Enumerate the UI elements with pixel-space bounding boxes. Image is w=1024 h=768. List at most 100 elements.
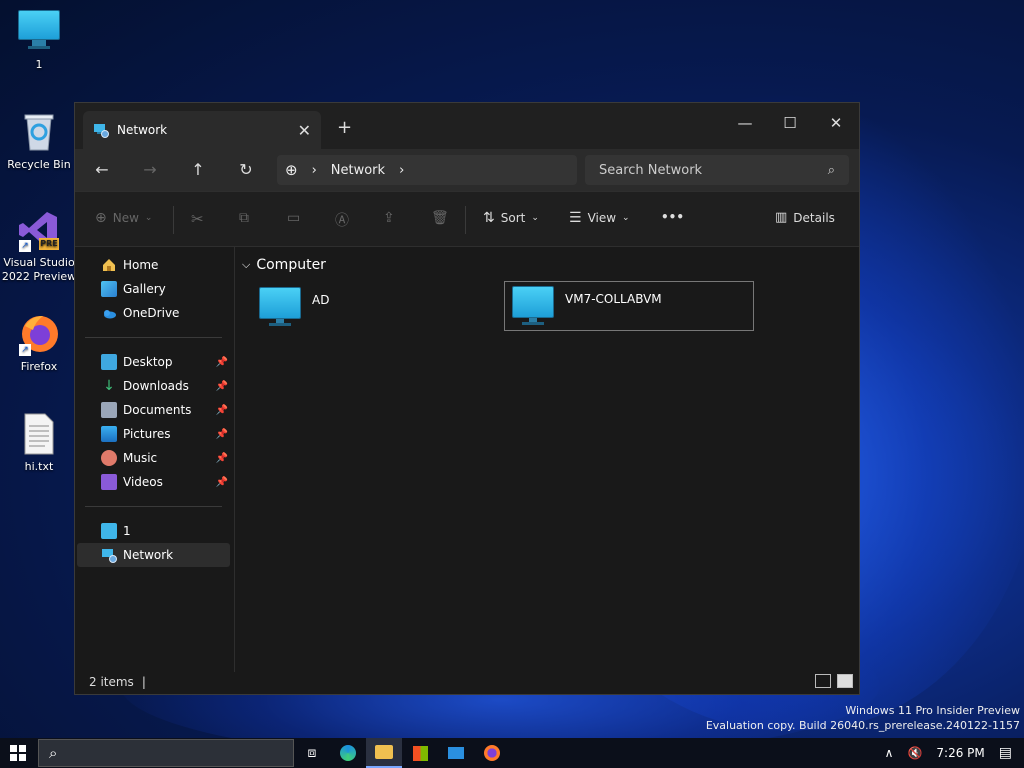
desktop-icon-recycle-bin[interactable]: Recycle Bin bbox=[0, 110, 78, 171]
desktop-icon-computer[interactable]: 1 bbox=[0, 10, 78, 71]
sidebar-item-gallery[interactable]: Gallery bbox=[75, 277, 234, 301]
copy-icon: ⧉ bbox=[239, 210, 249, 226]
sidebar-item-onedrive[interactable]: OneDrive bbox=[75, 301, 234, 325]
network-icon bbox=[101, 547, 117, 563]
watermark-line: Windows 11 Pro Insider Preview bbox=[845, 704, 1020, 717]
chevron-right-icon[interactable]: › bbox=[399, 163, 404, 178]
pre-badge: PRE bbox=[40, 239, 58, 248]
taskbar-firefox[interactable] bbox=[474, 738, 510, 768]
plus-circle-icon: ⊕ bbox=[95, 210, 107, 226]
sidebar-item-desktop[interactable]: Desktop 📌 bbox=[75, 350, 234, 374]
sidebar-item-label: Pictures bbox=[123, 427, 171, 441]
sidebar-item-this-pc[interactable]: 1 bbox=[75, 519, 234, 543]
picture-icon bbox=[101, 426, 117, 442]
maximize-button[interactable]: ☐ bbox=[770, 109, 810, 137]
back-button[interactable]: ← bbox=[87, 158, 117, 182]
music-icon bbox=[101, 450, 117, 466]
pin-icon[interactable]: 📌 bbox=[216, 405, 228, 416]
sidebar-item-downloads[interactable]: ↓ Downloads 📌 bbox=[75, 374, 234, 398]
chevron-down-icon: ⌄ bbox=[622, 213, 630, 223]
pin-icon[interactable]: 📌 bbox=[216, 429, 228, 440]
details-pane-icon: ▥ bbox=[775, 210, 788, 225]
system-tray: ∧ 🔇 7:26 PM ▤ bbox=[885, 738, 1024, 768]
ellipsis-icon: ••• bbox=[661, 210, 685, 224]
windows-logo-icon bbox=[10, 745, 26, 761]
details-button[interactable]: ▥ Details bbox=[775, 210, 835, 225]
desktop-icon-hi-txt[interactable]: hi.txt bbox=[0, 412, 78, 473]
group-header-computer[interactable]: ⌵ Computer bbox=[242, 257, 326, 273]
minimize-button[interactable]: — bbox=[725, 109, 765, 137]
refresh-button[interactable]: ↻ bbox=[231, 158, 261, 182]
document-icon bbox=[101, 402, 117, 418]
sidebar-item-music[interactable]: Music 📌 bbox=[75, 446, 234, 470]
chevron-up-icon[interactable]: ∧ bbox=[885, 746, 894, 760]
desktop-icon-label: hi.txt bbox=[24, 460, 54, 473]
volume-muted-icon[interactable]: 🔇 bbox=[907, 746, 922, 760]
start-button[interactable] bbox=[0, 738, 36, 768]
tab-network[interactable]: Network ✕ bbox=[83, 111, 321, 149]
list-item[interactable]: AD bbox=[252, 283, 492, 333]
item-name: VM7-COLLABVM bbox=[565, 292, 662, 306]
mail-icon bbox=[448, 747, 464, 759]
forward-button[interactable]: → bbox=[135, 158, 165, 182]
view-label: View bbox=[587, 211, 617, 225]
cut-button[interactable]: ✂ bbox=[191, 210, 204, 228]
computer-icon bbox=[511, 286, 555, 325]
close-window-button[interactable]: ✕ bbox=[816, 109, 856, 137]
desktop-icon-firefox[interactable]: ↗ Firefox bbox=[0, 312, 78, 373]
delete-button[interactable]: 🗑 bbox=[431, 210, 449, 226]
close-tab-icon[interactable]: ✕ bbox=[298, 121, 311, 140]
up-button[interactable]: ↑ bbox=[183, 158, 213, 182]
watermark-line: Evaluation copy. Build 26040.rs_prerelea… bbox=[705, 719, 1020, 732]
details-view-icon[interactable] bbox=[815, 674, 831, 688]
recycle-bin-icon bbox=[17, 110, 61, 154]
new-tab-button[interactable]: + bbox=[337, 117, 352, 138]
address-segment[interactable]: Network bbox=[331, 163, 385, 178]
sidebar-item-network[interactable]: Network bbox=[77, 543, 230, 567]
desktop-folder-icon bbox=[101, 354, 117, 370]
pin-icon[interactable]: 📌 bbox=[216, 357, 228, 368]
desktop-icon-visual-studio[interactable]: PRE ↗ Visual Studio 2022 Preview bbox=[0, 208, 78, 284]
address-bar[interactable]: ⊕ › Network › bbox=[277, 155, 577, 185]
view-button[interactable]: ☰ View ⌄ bbox=[569, 210, 630, 226]
taskbar-file-explorer[interactable] bbox=[366, 738, 402, 768]
new-button[interactable]: ⊕ New ⌄ bbox=[95, 210, 152, 226]
more-options-button[interactable]: ••• bbox=[661, 210, 684, 224]
sort-button[interactable]: ⇅ Sort ⌄ bbox=[483, 210, 539, 226]
share-button[interactable]: ⇪ bbox=[383, 210, 395, 226]
task-view-button[interactable]: ⧈ bbox=[294, 738, 330, 768]
command-bar: ⊕ New ⌄ ✂ ⧉ ▭ Ⓐ ⇪ 🗑 ⇅ Sort ⌄ ☰ View ⌄ ••… bbox=[75, 191, 859, 247]
notifications-icon[interactable]: ▤ bbox=[999, 745, 1012, 761]
copy-button[interactable]: ⧉ bbox=[239, 210, 249, 226]
rename-button[interactable]: Ⓐ bbox=[335, 210, 349, 230]
computer-icon bbox=[258, 287, 302, 326]
taskbar-search-box[interactable]: ⌕ bbox=[38, 739, 294, 767]
firefox-icon bbox=[484, 745, 500, 761]
search-icon: ⌕ bbox=[827, 162, 835, 178]
text-cursor: | bbox=[141, 675, 146, 689]
globe-icon: ⊕ bbox=[285, 161, 298, 179]
taskbar-store[interactable] bbox=[402, 738, 438, 768]
tiles-view-icon[interactable] bbox=[837, 674, 853, 688]
taskbar-edge[interactable] bbox=[330, 738, 366, 768]
sidebar-item-documents[interactable]: Documents 📌 bbox=[75, 398, 234, 422]
sidebar-item-home[interactable]: Home bbox=[75, 253, 234, 277]
download-icon: ↓ bbox=[103, 378, 115, 394]
file-explorer-window: Network ✕ + — ☐ ✕ ← → ↑ ↻ ⊕ › Network › … bbox=[74, 102, 860, 695]
scissors-icon: ✂ bbox=[191, 210, 204, 228]
view-list-icon: ☰ bbox=[569, 210, 582, 226]
rename-icon: Ⓐ bbox=[335, 213, 349, 229]
list-item[interactable]: VM7-COLLABVM bbox=[504, 281, 754, 331]
pin-icon[interactable]: 📌 bbox=[216, 381, 228, 392]
taskbar-mail[interactable] bbox=[438, 738, 474, 768]
group-header-label: Computer bbox=[256, 257, 326, 273]
visual-studio-icon: PRE ↗ bbox=[17, 208, 61, 252]
sidebar-item-videos[interactable]: Videos 📌 bbox=[75, 470, 234, 494]
pin-icon[interactable]: 📌 bbox=[216, 477, 228, 488]
clock[interactable]: 7:26 PM bbox=[936, 746, 984, 760]
search-input[interactable]: Search Network ⌕ bbox=[585, 155, 849, 185]
task-view-icon: ⧈ bbox=[307, 745, 317, 761]
paste-button[interactable]: ▭ bbox=[287, 210, 300, 226]
sidebar-item-pictures[interactable]: Pictures 📌 bbox=[75, 422, 234, 446]
pin-icon[interactable]: 📌 bbox=[216, 453, 228, 464]
